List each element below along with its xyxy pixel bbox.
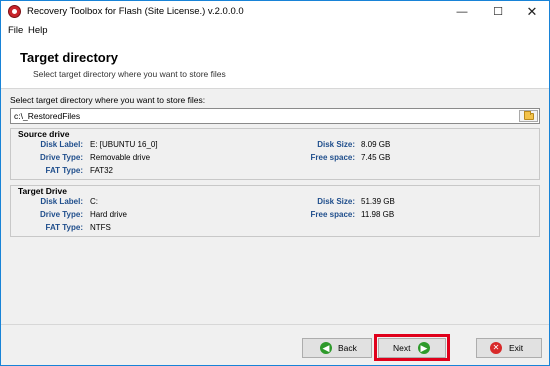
next-arrow-icon: ▶	[418, 342, 430, 354]
page-subtitle: Select target directory where you want t…	[33, 69, 226, 79]
target-free-space-value: 11.98 GB	[361, 210, 395, 219]
browse-folder-button[interactable]	[519, 110, 538, 122]
close-button[interactable]: ✕	[515, 1, 549, 23]
wizard-header: Target directory Select target directory…	[1, 39, 549, 89]
target-disk-size-value: 51.39 GB	[361, 197, 395, 206]
target-path-label: Select target directory where you want t…	[10, 95, 206, 105]
target-drive-title: Target Drive	[18, 186, 67, 196]
source-drive-group: Source drive Disk Label: E: [UBUNTU 16_0…	[10, 128, 540, 180]
menu-bar: File Help	[1, 23, 549, 39]
title-bar[interactable]: Recovery Toolbox for Flash (Site License…	[1, 1, 549, 23]
exit-button-label: Exit	[509, 343, 524, 353]
target-disk-size-label: Disk Size:	[317, 197, 355, 206]
footer-divider	[1, 324, 549, 325]
next-button[interactable]: Next ▶	[378, 338, 446, 358]
app-window: Recovery Toolbox for Flash (Site License…	[0, 0, 550, 366]
back-button[interactable]: ◀ Back	[302, 338, 372, 358]
target-drive-type-label: Drive Type:	[40, 210, 83, 219]
window-title: Recovery Toolbox for Flash (Site License…	[27, 6, 244, 17]
target-fat-type-value: NTFS	[90, 223, 111, 232]
folder-icon	[524, 111, 534, 120]
target-drive-type-value: Hard drive	[90, 210, 127, 219]
target-path-input[interactable]	[10, 108, 540, 124]
source-disk-label-value: E: [UBUNTU 16_0]	[90, 140, 158, 149]
minimize-button[interactable]: —	[445, 1, 479, 23]
source-free-space-label: Free space:	[310, 153, 355, 162]
source-disk-label-label: Disk Label:	[40, 140, 83, 149]
back-arrow-icon: ◀	[320, 342, 332, 354]
target-disk-label-label: Disk Label:	[40, 197, 83, 206]
app-logo-icon	[8, 5, 21, 18]
page-title: Target directory	[20, 50, 119, 65]
target-fat-type-label: FAT Type:	[45, 223, 83, 232]
menu-file[interactable]: File	[8, 25, 23, 36]
source-fat-type-value: FAT32	[90, 166, 113, 175]
target-disk-label-value: C:	[90, 197, 98, 206]
source-drive-type-value: Removable drive	[90, 153, 151, 162]
exit-x-icon: ✕	[490, 342, 502, 354]
source-free-space-value: 7.45 GB	[361, 153, 391, 162]
exit-button[interactable]: ✕ Exit	[476, 338, 542, 358]
target-drive-group: Target Drive Disk Label: C: Drive Type: …	[10, 185, 540, 237]
menu-help[interactable]: Help	[28, 25, 48, 36]
source-fat-type-label: FAT Type:	[45, 166, 83, 175]
source-disk-size-label: Disk Size:	[317, 140, 355, 149]
back-button-label: Back	[338, 343, 357, 353]
source-drive-type-label: Drive Type:	[40, 153, 83, 162]
source-disk-size-value: 8.09 GB	[361, 140, 391, 149]
next-button-label: Next	[393, 343, 411, 353]
maximize-button[interactable]: ☐	[481, 1, 515, 23]
source-drive-title: Source drive	[18, 129, 70, 139]
target-free-space-label: Free space:	[310, 210, 355, 219]
